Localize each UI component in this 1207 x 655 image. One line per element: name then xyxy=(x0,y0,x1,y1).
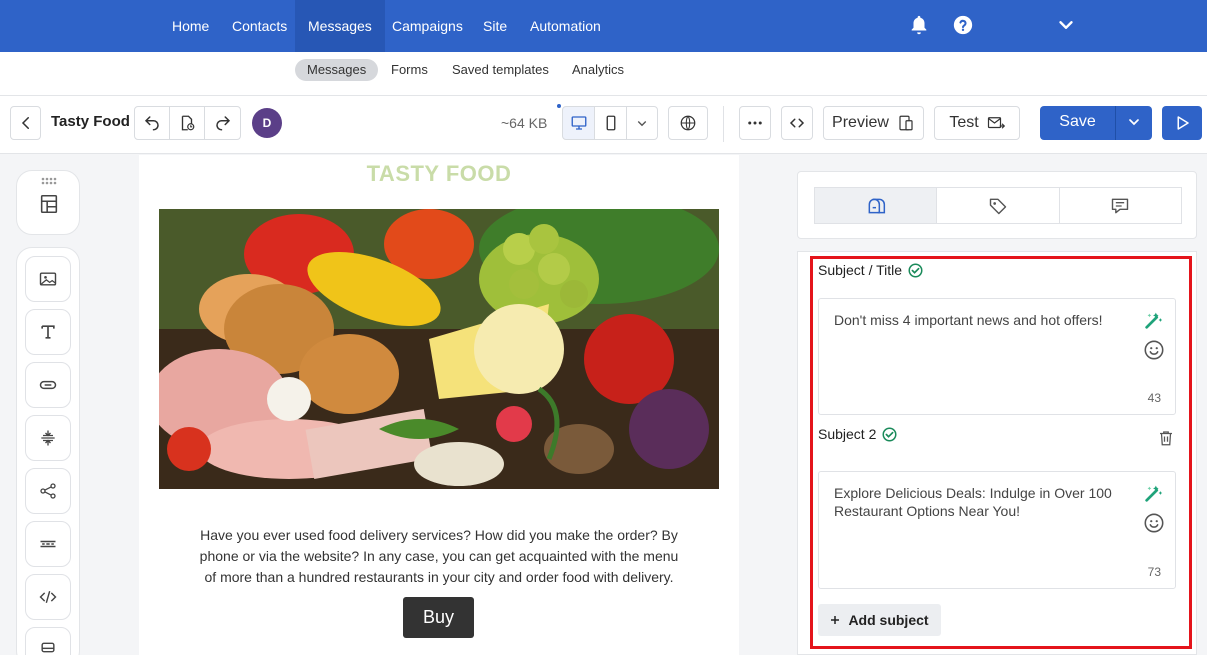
subnav-saved-templates[interactable]: Saved templates xyxy=(440,59,561,81)
tab-comments[interactable] xyxy=(1060,188,1181,223)
save-button[interactable]: Save xyxy=(1040,106,1115,140)
code-view-button[interactable] xyxy=(781,106,813,140)
more-icon xyxy=(748,121,762,125)
nav-messages[interactable]: Messages xyxy=(295,0,385,52)
tab-email-settings[interactable] xyxy=(815,188,938,223)
more-options-button[interactable] xyxy=(739,106,771,140)
chevron-down-icon xyxy=(637,121,647,127)
top-navigation: Home Contacts Messages Campaigns Site Au… xyxy=(0,0,1207,52)
nav-campaigns[interactable]: Campaigns xyxy=(379,0,476,52)
layout-panel xyxy=(16,170,80,235)
social-block-tool[interactable] xyxy=(25,468,71,514)
tab-tags[interactable] xyxy=(937,188,1060,223)
preview-label: Preview xyxy=(832,114,889,131)
desktop-view-button[interactable] xyxy=(562,106,595,140)
image-icon xyxy=(39,272,57,286)
sub-navigation: Messages Forms Saved templates Analytics xyxy=(0,52,1207,96)
drag-handle-icon[interactable] xyxy=(41,177,57,185)
toolbar-divider xyxy=(723,106,724,142)
mobile-icon xyxy=(606,115,615,131)
subject-highlight-frame xyxy=(810,256,1192,649)
view-dropdown-button[interactable] xyxy=(626,106,658,140)
nav-automation[interactable]: Automation xyxy=(517,0,614,52)
text-block-tool[interactable] xyxy=(25,309,71,355)
test-label: Test xyxy=(949,114,979,131)
subnav-messages[interactable]: Messages xyxy=(295,59,379,81)
desktop-icon xyxy=(571,116,586,130)
text-icon xyxy=(41,325,55,339)
hero-image-vegetables[interactable] xyxy=(159,209,719,489)
status-dot xyxy=(557,104,561,108)
divider-icon xyxy=(40,540,56,548)
avatar[interactable]: D xyxy=(252,108,282,138)
button-block-tool[interactable] xyxy=(25,362,71,408)
buy-button[interactable]: Buy xyxy=(403,597,474,638)
save-button-group: Save xyxy=(1040,106,1152,140)
product-icon xyxy=(41,642,55,653)
language-button[interactable] xyxy=(668,106,708,140)
send-mail-icon xyxy=(987,117,1005,129)
chevron-down-icon[interactable] xyxy=(1055,14,1077,36)
chevron-down-icon[interactable] xyxy=(1126,114,1142,130)
layout-blocks-icon[interactable] xyxy=(38,193,60,215)
spacer-block-tool[interactable] xyxy=(25,415,71,461)
history-button[interactable] xyxy=(169,106,205,140)
mailbox-icon xyxy=(868,198,885,213)
product-block-tool[interactable] xyxy=(25,627,71,655)
email-body-text[interactable]: Have you ever used food delivery service… xyxy=(197,525,681,588)
test-button[interactable]: Test xyxy=(934,106,1020,140)
devices-icon xyxy=(899,115,913,131)
tag-icon xyxy=(989,198,1007,214)
chevron-left-icon xyxy=(21,117,29,129)
redo-icon xyxy=(215,116,230,131)
bell-icon[interactable] xyxy=(908,14,930,36)
html-block-tool[interactable] xyxy=(25,574,71,620)
mobile-view-button[interactable] xyxy=(594,106,627,140)
spacer-icon xyxy=(41,430,55,446)
button-icon xyxy=(39,380,57,390)
redo-button[interactable] xyxy=(204,106,241,140)
send-button[interactable] xyxy=(1162,106,1202,140)
code-icon xyxy=(789,118,805,128)
divider-block-tool[interactable] xyxy=(25,521,71,567)
message-title: Tasty Food xyxy=(51,113,130,130)
nav-site[interactable]: Site xyxy=(470,0,520,52)
comment-icon xyxy=(1112,198,1129,213)
help-icon[interactable] xyxy=(952,14,974,36)
email-brand-title[interactable]: TASTY FOOD xyxy=(139,161,739,187)
message-size: ~64 KB xyxy=(501,115,548,131)
undo-button[interactable] xyxy=(134,106,170,140)
back-button[interactable] xyxy=(10,106,41,140)
nav-home[interactable]: Home xyxy=(159,0,222,52)
globe-icon xyxy=(680,115,696,131)
image-block-tool[interactable] xyxy=(25,256,71,302)
preview-button[interactable]: Preview xyxy=(823,106,924,140)
settings-tabs-panel xyxy=(797,171,1197,239)
nav-contacts[interactable]: Contacts xyxy=(219,0,300,52)
file-history-icon xyxy=(181,115,195,131)
undo-icon xyxy=(144,116,159,131)
subnav-forms[interactable]: Forms xyxy=(379,59,440,81)
editor-toolbar: Tasty Food D ~64 KB Preview Test Save xyxy=(0,96,1207,154)
content-blocks-panel xyxy=(16,247,80,655)
subnav-analytics[interactable]: Analytics xyxy=(560,59,636,81)
email-canvas[interactable]: TASTY FOOD Have you ever used food deliv… xyxy=(139,155,739,655)
code-icon xyxy=(39,590,57,604)
save-divider xyxy=(1115,106,1116,140)
share-icon xyxy=(40,483,56,499)
play-icon xyxy=(1177,116,1189,130)
